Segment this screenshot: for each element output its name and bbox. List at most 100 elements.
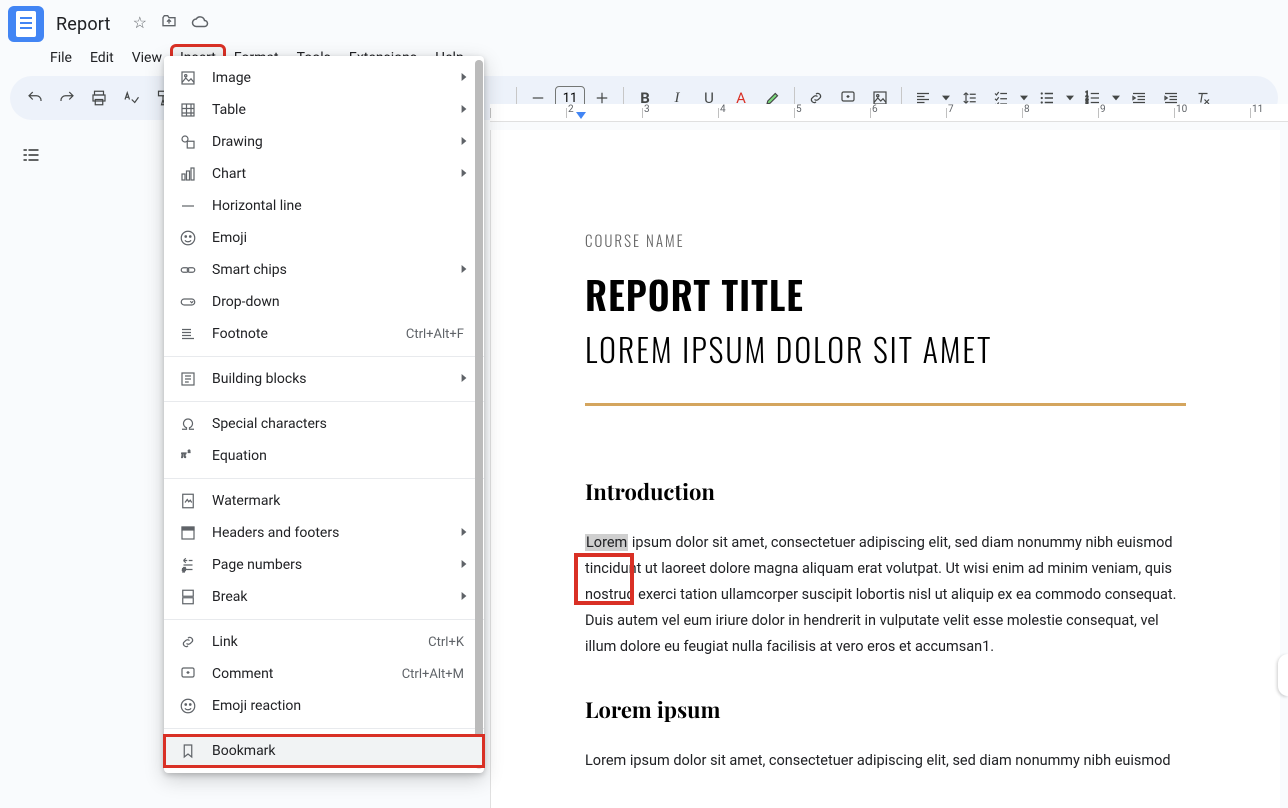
numbered-dropdown-icon[interactable] (1110, 94, 1122, 102)
menu-item-label: Link (212, 634, 428, 650)
menu-item-label: Table (212, 102, 460, 118)
ruler-tick: 6 (870, 104, 946, 121)
menu-item-label: Drawing (212, 134, 460, 150)
equation-icon: π² (178, 446, 198, 466)
insert-watermark[interactable]: Watermark (164, 485, 484, 517)
drawing-icon (178, 132, 198, 152)
footnote-icon (178, 324, 198, 344)
menu-item-label: Break (212, 589, 460, 605)
svg-text:π: π (181, 451, 186, 461)
star-icon[interactable]: ☆ (133, 13, 147, 35)
menu-separator (164, 728, 484, 729)
menu-item-label: Building blocks (212, 371, 460, 387)
table-icon (178, 100, 198, 120)
insert-equation[interactable]: π² Equation (164, 440, 484, 472)
insert-break[interactable]: Break (164, 581, 484, 613)
insert-table[interactable]: Table (164, 94, 484, 126)
emojireact-icon (178, 696, 198, 716)
insert-image[interactable]: Image (164, 62, 484, 94)
menu-item-label: Emoji reaction (212, 698, 470, 714)
pagenum-icon: # (178, 555, 198, 575)
menu-item-label: Emoji (212, 230, 470, 246)
title-actions: ☆ (133, 13, 209, 35)
chart-icon (178, 164, 198, 184)
menu-separator (164, 356, 484, 357)
insert-horizontal-line[interactable]: Horizontal line (164, 190, 484, 222)
insert-headers-and-footers[interactable]: Headers and footers (164, 517, 484, 549)
document-title[interactable]: Report (56, 14, 111, 35)
blocks-icon (178, 369, 198, 389)
headers-icon (178, 523, 198, 543)
insert-building-blocks[interactable]: Building blocks (164, 363, 484, 395)
menu-shortcut: Ctrl+K (428, 635, 464, 650)
horizontal-ruler[interactable]: 23456789101112131415161718 (490, 104, 1288, 122)
insert-drop-down[interactable]: Drop-down (164, 286, 484, 318)
menu-file[interactable]: File (42, 46, 80, 70)
insert-link[interactable]: LinkCtrl+K (164, 626, 484, 658)
document-page[interactable]: COURSE NAME REPORT TITLE LOREM IPSUM DOL… (490, 130, 1280, 808)
divider-line (585, 403, 1186, 406)
cloud-status-icon[interactable] (191, 13, 209, 35)
submenu-arrow-icon (460, 589, 470, 605)
menu-item-label: Smart chips (212, 262, 460, 278)
bulleted-dropdown-icon[interactable] (1064, 94, 1076, 102)
insert-drawing[interactable]: Drawing (164, 126, 484, 158)
title-bar: Report ☆ (0, 0, 1288, 44)
submenu-arrow-icon (460, 371, 470, 387)
ruler-tick: 10 (1174, 104, 1250, 121)
checklist-dropdown-icon[interactable] (1018, 94, 1030, 102)
move-icon[interactable] (161, 13, 177, 35)
report-title-text: REPORT TITLE (585, 266, 1186, 322)
menu-item-label: Chart (212, 166, 460, 182)
insert-bookmark[interactable]: Bookmark (164, 735, 484, 767)
menu-shortcut: Ctrl+Alt+F (406, 327, 464, 342)
explore-tab[interactable] (1278, 654, 1288, 696)
insert-chart[interactable]: Chart (164, 158, 484, 190)
spellcheck-button[interactable] (116, 83, 146, 113)
ruler-tick: 3 (642, 104, 718, 121)
print-button[interactable] (84, 83, 114, 113)
chips-icon (178, 260, 198, 280)
left-sidebar (0, 124, 62, 170)
docs-logo[interactable] (8, 6, 44, 42)
body-paragraph-2: Lorem ipsum dolor sit amet, consectetuer… (585, 748, 1186, 774)
ruler-tick (490, 104, 566, 121)
ruler-tick: 11 (1250, 104, 1288, 121)
insert-footnote[interactable]: FootnoteCtrl+Alt+F (164, 318, 484, 350)
redo-button[interactable] (52, 83, 82, 113)
paragraph-rest: ipsum dolor sit amet, consectetuer adipi… (585, 534, 1176, 655)
svg-text:²: ² (188, 450, 190, 457)
align-dropdown-icon[interactable] (940, 94, 952, 102)
insert-smart-chips[interactable]: Smart chips (164, 254, 484, 286)
svg-text:#: # (182, 567, 186, 574)
menu-edit[interactable]: Edit (82, 46, 122, 70)
menu-separator (164, 619, 484, 620)
dropdown-icon (178, 292, 198, 312)
insert-special-characters[interactable]: Special characters (164, 408, 484, 440)
report-subtitle-text: LOREM IPSUM DOLOR SIT AMET (585, 326, 1186, 373)
menu-separator (164, 401, 484, 402)
section-heading: Introduction (585, 476, 1186, 506)
insert-emoji-reaction[interactable]: Emoji reaction (164, 690, 484, 722)
first-line-indent-marker[interactable] (576, 112, 586, 119)
insert-page-numbers[interactable]: #Page numbers (164, 549, 484, 581)
insert-emoji[interactable]: Emoji (164, 222, 484, 254)
submenu-arrow-icon (460, 134, 470, 150)
insert-comment[interactable]: CommentCtrl+Alt+M (164, 658, 484, 690)
submenu-arrow-icon (460, 102, 470, 118)
ruler-tick: 9 (1098, 104, 1174, 121)
menu-separator (164, 478, 484, 479)
undo-button[interactable] (20, 83, 50, 113)
ruler-tick: 4 (718, 104, 794, 121)
break-icon (178, 587, 198, 607)
section-heading-2: Lorem ipsum (585, 694, 1186, 724)
course-name-text: COURSE NAME (585, 230, 1186, 252)
annotation-box-selection (574, 553, 634, 605)
emoji-icon (178, 228, 198, 248)
image-icon (178, 68, 198, 88)
menu-item-label: Watermark (212, 493, 470, 509)
body-paragraph-1: Lorem ipsum dolor sit amet, consectetuer… (585, 530, 1186, 660)
document-outline-button[interactable] (16, 140, 46, 170)
watermark-icon (178, 491, 198, 511)
menu-item-label: Equation (212, 448, 470, 464)
